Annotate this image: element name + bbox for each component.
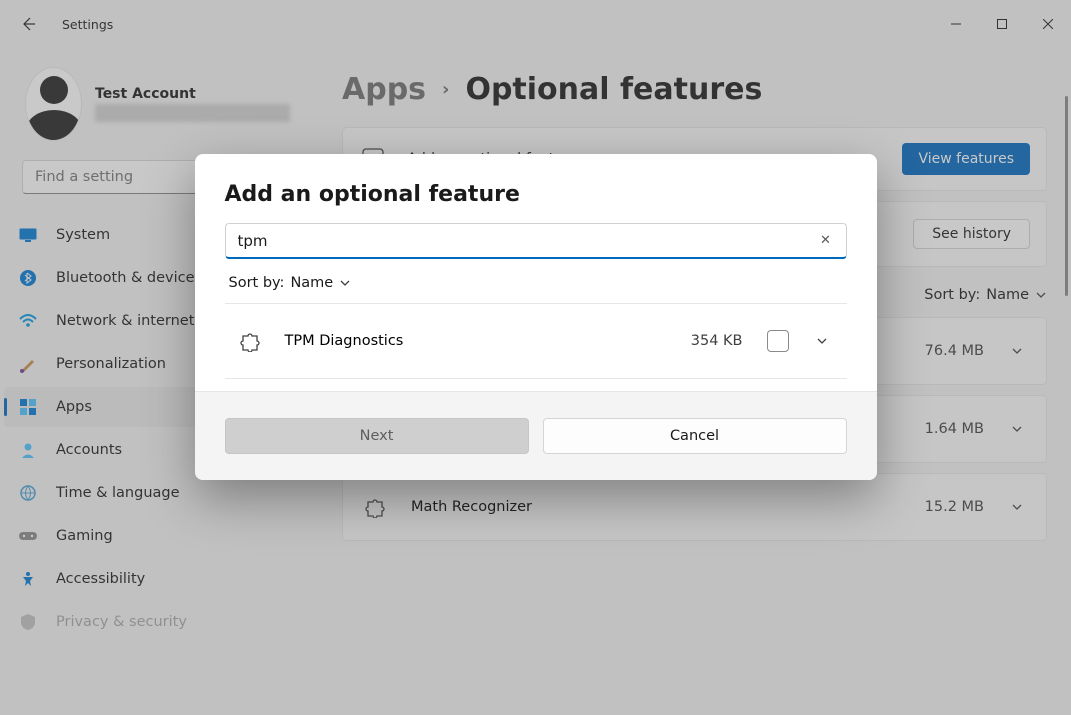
modal-overlay: Add an optional feature ✕ Sort by: Name … bbox=[0, 0, 1071, 715]
add-feature-dialog: Add an optional feature ✕ Sort by: Name … bbox=[195, 154, 877, 480]
result-name: TPM Diagnostics bbox=[285, 333, 667, 349]
result-size: 354 KB bbox=[691, 333, 743, 349]
sort-by-value: Name bbox=[290, 275, 333, 291]
dialog-search-input[interactable] bbox=[238, 232, 818, 250]
dialog-results: TPM Diagnostics 354 KB bbox=[225, 303, 847, 379]
puzzle-icon bbox=[239, 330, 261, 352]
dialog-footer: Next Cancel bbox=[195, 391, 877, 480]
dialog-title: Add an optional feature bbox=[225, 182, 847, 207]
next-button[interactable]: Next bbox=[225, 418, 529, 454]
result-row[interactable]: TPM Diagnostics 354 KB bbox=[225, 304, 847, 378]
dialog-search[interactable]: ✕ bbox=[225, 223, 847, 259]
settings-window: Settings Test Account bbox=[0, 0, 1071, 715]
sort-by-label: Sort by: bbox=[229, 275, 285, 291]
chevron-down-icon bbox=[339, 277, 351, 289]
result-checkbox[interactable] bbox=[767, 330, 789, 352]
cancel-button[interactable]: Cancel bbox=[543, 418, 847, 454]
dialog-sort[interactable]: Sort by: Name bbox=[229, 275, 847, 291]
clear-icon[interactable]: ✕ bbox=[818, 233, 834, 249]
chevron-down-icon[interactable] bbox=[813, 332, 831, 350]
